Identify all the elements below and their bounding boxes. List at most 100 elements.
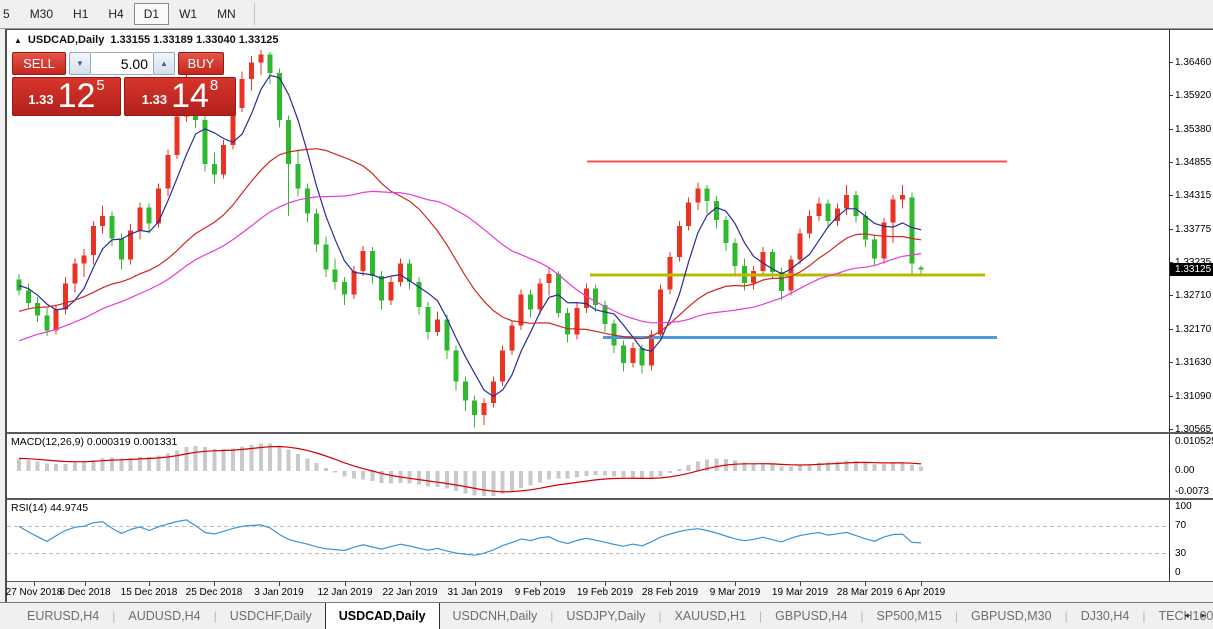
- tab-xauusd-h1[interactable]: XAUUSD,H1: [661, 603, 759, 629]
- rsi-axis-30: 30: [1175, 548, 1186, 559]
- price-axis-tick: [1170, 362, 1173, 363]
- buy-price-pip: 8: [210, 77, 218, 94]
- date-label: 27 Nov 2018: [6, 587, 63, 598]
- date-tick: [540, 582, 541, 586]
- date-label: 28 Feb 2019: [642, 587, 698, 598]
- symbol-tabbar: EURUSD,H4|AUDUSD,H4|USDCHF,DailyUSDCAD,D…: [0, 602, 1213, 629]
- price-axis-label: 1.34315: [1175, 190, 1211, 201]
- macd-axis-zero: 0.00: [1175, 465, 1194, 476]
- rsi-axis-70: 70: [1175, 520, 1186, 531]
- date-label: 9 Feb 2019: [515, 587, 566, 598]
- date-tick: [475, 582, 476, 586]
- tab-audusd-h4[interactable]: AUDUSD,H4: [115, 603, 213, 629]
- date-tick: [85, 582, 86, 586]
- rsi-plot: [7, 500, 1169, 581]
- sell-price-pip: 5: [96, 77, 104, 94]
- price-axis-tick: [1170, 129, 1173, 130]
- timeframe-toolbar: 5M30H1H4D1W1MN: [0, 0, 1213, 29]
- buy-price-prefix: 1.33: [142, 92, 167, 107]
- sell-button[interactable]: SELL: [12, 52, 66, 75]
- collapse-arrow-icon[interactable]: ▲: [14, 36, 22, 45]
- macd-plot: [7, 434, 1169, 498]
- date-label: 19 Feb 2019: [577, 587, 633, 598]
- timeframe-button-h1[interactable]: H1: [63, 3, 98, 25]
- chart-title: USDCAD,Daily: [28, 34, 104, 46]
- chart-ohlc-values: 1.33155 1.33189 1.33040 1.33125: [110, 34, 278, 46]
- timeframe-button-d1[interactable]: D1: [134, 3, 169, 25]
- date-label: 28 Mar 2019: [837, 587, 893, 598]
- tab-sp500-m15[interactable]: SP500,M15: [864, 603, 955, 629]
- volume-decrease-button[interactable]: ▼: [69, 52, 91, 75]
- date-label: 3 Jan 2019: [254, 587, 304, 598]
- price-axis-tick: [1170, 62, 1173, 63]
- tab-gbpusd-m30[interactable]: GBPUSD,M30: [958, 603, 1065, 629]
- tab-dj30-h4[interactable]: DJ30,H4: [1068, 603, 1143, 629]
- timeframe-button-h4[interactable]: H4: [98, 3, 133, 25]
- tab-usdcnh-daily[interactable]: USDCNH,Daily: [440, 603, 551, 629]
- price-axis-label: 1.31090: [1175, 391, 1211, 402]
- price-pane: ▲ USDCAD,Daily 1.33155 1.33189 1.33040 1…: [7, 30, 1213, 432]
- timeframe-button-w1[interactable]: W1: [169, 3, 207, 25]
- price-axis-label: 1.33775: [1175, 224, 1211, 235]
- date-tick: [735, 582, 736, 586]
- date-label: 9 Mar 2019: [710, 587, 761, 598]
- date-tick: [921, 582, 922, 586]
- price-axis-label: 1.34855: [1175, 157, 1211, 168]
- date-axis[interactable]: 27 Nov 20186 Dec 201815 Dec 201825 Dec 2…: [7, 582, 1213, 603]
- date-tick: [800, 582, 801, 586]
- price-axis-tick: [1170, 262, 1173, 263]
- price-axis-tick: [1170, 429, 1173, 430]
- sell-price-prefix: 1.33: [28, 92, 53, 107]
- tab-scroll-buttons: ◂ ▸: [1179, 603, 1211, 627]
- date-label: 22 Jan 2019: [382, 587, 437, 598]
- rsi-axis-0: 0: [1175, 567, 1181, 578]
- price-axis-label: 1.32170: [1175, 324, 1211, 335]
- chart-header: ▲ USDCAD,Daily 1.33155 1.33189 1.33040 1…: [14, 34, 279, 46]
- date-label: 12 Jan 2019: [317, 587, 372, 598]
- toolbar-divider: [254, 3, 255, 25]
- date-tick: [149, 582, 150, 586]
- price-axis-tick: [1170, 396, 1173, 397]
- price-axis-label: 1.35380: [1175, 124, 1211, 135]
- price-axis-label: 1.36460: [1175, 57, 1211, 68]
- volume-increase-button[interactable]: ▲: [153, 52, 175, 75]
- rsi-axis: 100 70 30 0: [1169, 500, 1213, 581]
- tab-usdcad-daily[interactable]: USDCAD,Daily: [325, 602, 440, 629]
- date-label: 31 Jan 2019: [447, 587, 502, 598]
- price-axis-tick: [1170, 329, 1173, 330]
- timeframe-button-5[interactable]: 5: [0, 3, 20, 25]
- timeframe-button-m30[interactable]: M30: [20, 3, 63, 25]
- price-axis-tick: [1170, 229, 1173, 230]
- price-axis-label: 1.33235: [1175, 257, 1211, 268]
- date-label: 19 Mar 2019: [772, 587, 828, 598]
- price-axis-tick: [1170, 95, 1173, 96]
- tab-usdchf-daily[interactable]: USDCHF,Daily: [217, 603, 325, 629]
- price-axis[interactable]: 1.33125 1.364601.359201.353801.348551.34…: [1169, 30, 1213, 432]
- date-tick: [345, 582, 346, 586]
- date-tick: [605, 582, 606, 586]
- tab-gbpusd-h4[interactable]: GBPUSD,H4: [762, 603, 860, 629]
- date-tick: [279, 582, 280, 586]
- rsi-axis-100: 100: [1175, 501, 1192, 512]
- date-tick: [214, 582, 215, 586]
- date-tick: [865, 582, 866, 586]
- timeframe-button-mn[interactable]: MN: [207, 3, 246, 25]
- date-tick: [34, 582, 35, 586]
- tab-scroll-right-icon[interactable]: ▸: [1196, 603, 1211, 627]
- date-label: 25 Dec 2018: [186, 587, 243, 598]
- date-label: 15 Dec 2018: [121, 587, 178, 598]
- macd-axis-max: 0.010525: [1175, 436, 1213, 447]
- tab-eurusd-h4[interactable]: EURUSD,H4: [14, 603, 112, 629]
- price-axis-label: 1.35920: [1175, 90, 1211, 101]
- sell-quote-button[interactable]: 1.33 12 5: [12, 77, 121, 116]
- date-tick: [670, 582, 671, 586]
- chart-window: ▲ USDCAD,Daily 1.33155 1.33189 1.33040 1…: [5, 29, 1213, 602]
- buy-button[interactable]: BUY: [178, 52, 224, 75]
- tab-scroll-left-icon[interactable]: ◂: [1179, 603, 1194, 627]
- buy-price-main: 14: [171, 82, 209, 111]
- volume-input[interactable]: [91, 52, 153, 75]
- buy-quote-button[interactable]: 1.33 14 8: [124, 77, 236, 116]
- one-click-trade-panel: SELL ▼ ▲ BUY 1.33 12 5 1.33 14 8: [12, 52, 238, 116]
- tab-usdjpy-daily[interactable]: USDJPY,Daily: [553, 603, 658, 629]
- sell-price-main: 12: [58, 82, 96, 111]
